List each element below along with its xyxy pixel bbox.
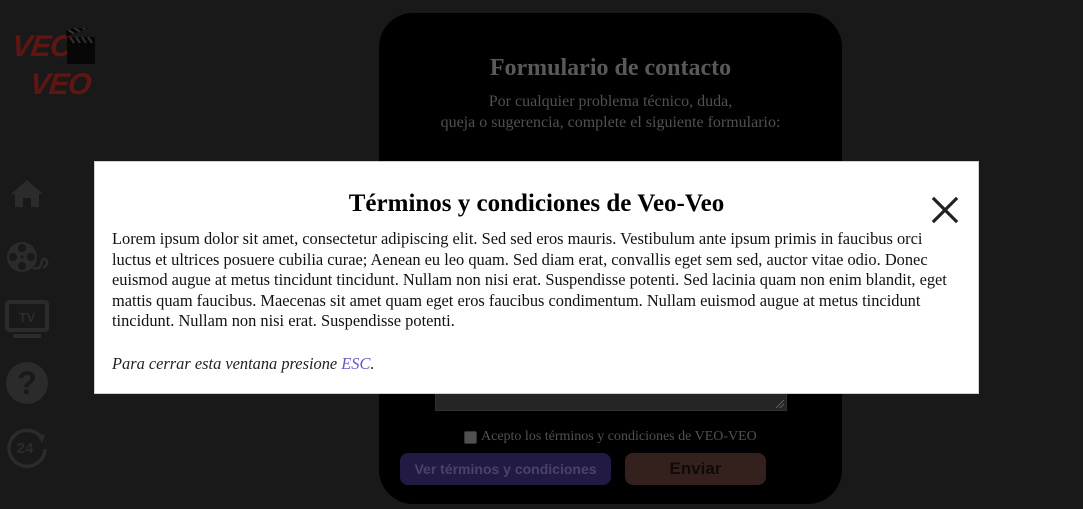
hint-suffix: . <box>370 354 375 373</box>
modal-close-hint: Para cerrar esta ventana presione ESC. <box>112 354 375 374</box>
hint-key: ESC <box>341 354 371 373</box>
modal-body-text: Lorem ipsum dolor sit amet, consectetur … <box>112 229 947 331</box>
hint-prefix: Para cerrar esta ventana presione <box>112 354 342 373</box>
modal-title: Términos y condiciones de Veo-Veo <box>348 190 725 217</box>
terms-modal: Términos y condiciones de Veo-Veo Lorem … <box>94 161 979 394</box>
close-icon[interactable] <box>931 196 959 224</box>
